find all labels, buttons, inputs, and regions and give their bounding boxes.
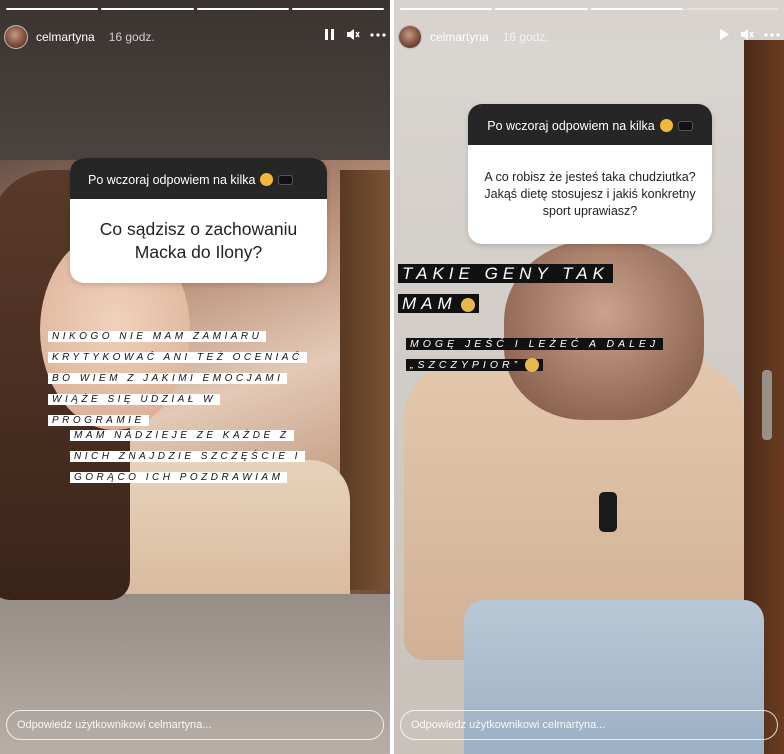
answer-line: NICH ZNAJDZIE SZCZĘŚCIE I (70, 451, 305, 462)
story-progress-bar (400, 8, 778, 10)
progress-segment (291, 8, 384, 10)
smirk-emoji-icon (260, 173, 274, 186)
story-progress-bar (6, 8, 384, 10)
progress-segment (590, 8, 683, 10)
door-handle (762, 370, 772, 440)
sunglasses-emoji-icon (278, 174, 294, 185)
progress-segment (495, 8, 588, 10)
more-icon[interactable] (370, 32, 386, 37)
question-sticker: Po wczoraj odpowiem na kilka A co robisz… (468, 104, 712, 244)
answer-line: NIKOGO NIE MAM ZAMIARU (48, 331, 267, 342)
mute-icon[interactable] (740, 28, 754, 41)
avatar[interactable] (4, 25, 28, 49)
question-sticker-header: Po wczoraj odpowiem na kilka (70, 158, 327, 199)
avatar[interactable] (398, 25, 422, 49)
story-panel-1[interactable]: celmartyna 16 godz. Po wczoraj odpowiem … (0, 0, 390, 754)
progress-segment (101, 8, 194, 10)
answer-line-text: „SZCZYPIOR” (410, 359, 522, 371)
username[interactable]: celmartyna (36, 30, 95, 44)
angel-emoji-icon (460, 297, 475, 312)
play-icon[interactable] (718, 28, 730, 41)
answer-line: WIĄŻE SIĘ UDZIAŁ W (48, 394, 221, 405)
sunglasses-emoji-icon (677, 120, 693, 131)
username[interactable]: celmartyna (430, 30, 489, 44)
post-time: 16 godz. (108, 30, 155, 44)
answer-text-block: MAM NADZIEJE ZE KAŻDE Z NICH ZNAJDZIE SZ… (70, 425, 370, 488)
watch-shape (599, 492, 617, 532)
answer-text-block: NIKOGO NIE MAM ZAMIARU KRYTYKOWAĆ ANI TE… (48, 326, 348, 431)
answer-line: MAM NADZIEJE ZE KAŻDE Z (70, 430, 294, 441)
mute-icon[interactable] (346, 28, 360, 41)
answer-line: MAM (398, 294, 479, 313)
answer-line: MOGĘ JEŚĆ I LEŻEĆ A DALEJ (406, 338, 664, 350)
post-time: 16 godz. (502, 30, 549, 44)
question-sticker-header: Po wczoraj odpowiem na kilka (468, 104, 712, 145)
answer-line: GORĄCO ICH POZDRAWIAM (70, 472, 288, 483)
answer-line: BO WIEM Z JAKIMI EMOCJAMI (48, 373, 288, 384)
story-header: celmartyna 16 godz. (394, 22, 784, 52)
answer-line: KRYTYKOWAĆ ANI TEŻ OCENIAĆ (48, 352, 307, 363)
answer-text-block: MOGĘ JEŚĆ I LEŻEĆ A DALEJ „SZCZYPIOR” (406, 334, 766, 376)
story-header: celmartyna 16 godz. (0, 22, 390, 52)
progress-segment (685, 8, 778, 10)
angel-emoji-icon (525, 358, 540, 373)
answer-line-text: MAM (402, 294, 457, 313)
reply-input[interactable]: Odpowiedz użytkownikowi celmartyna... (400, 710, 778, 740)
story-panel-2[interactable]: celmartyna 16 godz. Po wczoraj odpowiem … (394, 0, 784, 754)
reply-placeholder: Odpowiedz użytkownikowi celmartyna... (411, 719, 606, 731)
reply-input[interactable]: Odpowiedz użytkownikowi celmartyna... (6, 710, 384, 740)
smirk-emoji-icon (659, 119, 673, 132)
answer-line: TAKIE GENY TAK (398, 264, 613, 283)
more-icon[interactable] (764, 32, 780, 37)
reply-placeholder: Odpowiedz użytkownikowi celmartyna... (17, 719, 212, 731)
progress-segment (6, 8, 99, 10)
question-sticker-title: Po wczoraj odpowiem na kilka (487, 118, 655, 133)
progress-segment (400, 8, 493, 10)
pause-icon[interactable] (324, 28, 336, 41)
question-sticker-title: Po wczoraj odpowiem na kilka (88, 172, 256, 187)
progress-segment (196, 8, 289, 10)
answer-line: „SZCZYPIOR” (406, 358, 544, 373)
question-sticker: Po wczoraj odpowiem na kilka Co sądzisz … (70, 158, 327, 283)
question-text: A co robisz że jesteś taka chudziutka? J… (484, 170, 696, 218)
answer-text-block: TAKIE GENY TAK MAM (398, 262, 698, 322)
question-text: Co sądzisz o zachowaniu Macka do Ilony? (99, 219, 298, 262)
